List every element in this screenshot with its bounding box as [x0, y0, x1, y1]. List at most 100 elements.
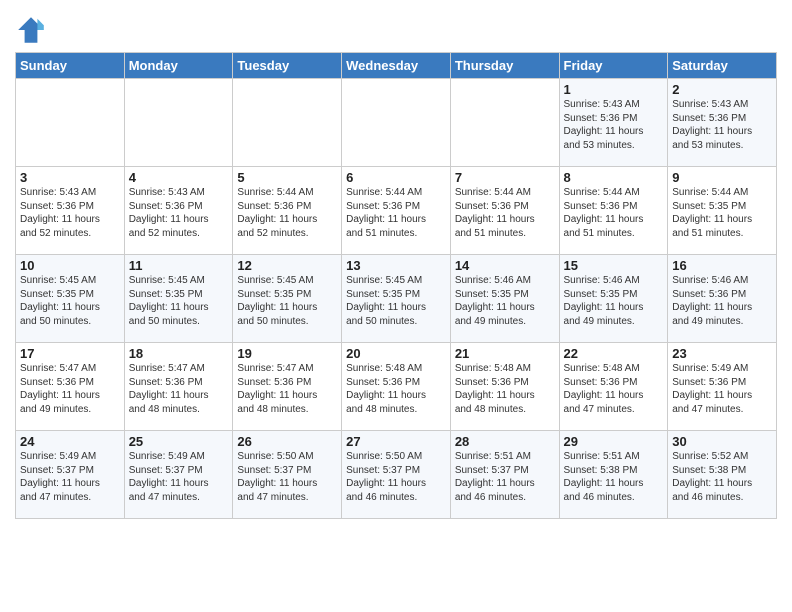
calendar-cell: 7Sunrise: 5:44 AMSunset: 5:36 PMDaylight… [450, 167, 559, 255]
calendar-cell: 9Sunrise: 5:44 AMSunset: 5:35 PMDaylight… [668, 167, 777, 255]
weekday-header: Saturday [668, 53, 777, 79]
day-info: Sunrise: 5:43 AMSunset: 5:36 PMDaylight:… [20, 186, 120, 240]
calendar-cell: 25Sunrise: 5:49 AMSunset: 5:37 PMDayligh… [124, 431, 233, 519]
calendar-cell [16, 79, 125, 167]
calendar-cell: 12Sunrise: 5:45 AMSunset: 5:35 PMDayligh… [233, 255, 342, 343]
day-info: Sunrise: 5:48 AMSunset: 5:36 PMDaylight:… [564, 362, 664, 416]
day-info: Sunrise: 5:46 AMSunset: 5:35 PMDaylight:… [564, 274, 664, 328]
calendar: SundayMondayTuesdayWednesdayThursdayFrid… [15, 52, 777, 519]
calendar-cell: 13Sunrise: 5:45 AMSunset: 5:35 PMDayligh… [342, 255, 451, 343]
day-info: Sunrise: 5:44 AMSunset: 5:36 PMDaylight:… [564, 186, 664, 240]
calendar-week-row: 17Sunrise: 5:47 AMSunset: 5:36 PMDayligh… [16, 343, 777, 431]
day-number: 15 [564, 258, 664, 273]
calendar-cell: 30Sunrise: 5:52 AMSunset: 5:38 PMDayligh… [668, 431, 777, 519]
calendar-cell [450, 79, 559, 167]
page: SundayMondayTuesdayWednesdayThursdayFrid… [0, 0, 792, 612]
weekday-header: Wednesday [342, 53, 451, 79]
day-number: 17 [20, 346, 120, 361]
day-number: 21 [455, 346, 555, 361]
calendar-cell: 10Sunrise: 5:45 AMSunset: 5:35 PMDayligh… [16, 255, 125, 343]
calendar-week-row: 10Sunrise: 5:45 AMSunset: 5:35 PMDayligh… [16, 255, 777, 343]
day-number: 29 [564, 434, 664, 449]
day-number: 20 [346, 346, 446, 361]
day-info: Sunrise: 5:43 AMSunset: 5:36 PMDaylight:… [564, 98, 664, 152]
day-info: Sunrise: 5:48 AMSunset: 5:36 PMDaylight:… [346, 362, 446, 416]
calendar-cell: 24Sunrise: 5:49 AMSunset: 5:37 PMDayligh… [16, 431, 125, 519]
day-number: 10 [20, 258, 120, 273]
weekday-header: Tuesday [233, 53, 342, 79]
day-number: 4 [129, 170, 229, 185]
calendar-cell: 4Sunrise: 5:43 AMSunset: 5:36 PMDaylight… [124, 167, 233, 255]
day-number: 9 [672, 170, 772, 185]
calendar-cell: 26Sunrise: 5:50 AMSunset: 5:37 PMDayligh… [233, 431, 342, 519]
day-info: Sunrise: 5:44 AMSunset: 5:35 PMDaylight:… [672, 186, 772, 240]
calendar-cell: 17Sunrise: 5:47 AMSunset: 5:36 PMDayligh… [16, 343, 125, 431]
calendar-cell: 5Sunrise: 5:44 AMSunset: 5:36 PMDaylight… [233, 167, 342, 255]
day-number: 23 [672, 346, 772, 361]
calendar-cell: 27Sunrise: 5:50 AMSunset: 5:37 PMDayligh… [342, 431, 451, 519]
day-info: Sunrise: 5:44 AMSunset: 5:36 PMDaylight:… [237, 186, 337, 240]
calendar-cell: 20Sunrise: 5:48 AMSunset: 5:36 PMDayligh… [342, 343, 451, 431]
calendar-cell: 1Sunrise: 5:43 AMSunset: 5:36 PMDaylight… [559, 79, 668, 167]
day-info: Sunrise: 5:48 AMSunset: 5:36 PMDaylight:… [455, 362, 555, 416]
calendar-cell: 28Sunrise: 5:51 AMSunset: 5:37 PMDayligh… [450, 431, 559, 519]
day-info: Sunrise: 5:51 AMSunset: 5:38 PMDaylight:… [564, 450, 664, 504]
day-number: 11 [129, 258, 229, 273]
day-number: 28 [455, 434, 555, 449]
calendar-cell [342, 79, 451, 167]
day-number: 16 [672, 258, 772, 273]
weekday-header: Thursday [450, 53, 559, 79]
calendar-week-row: 24Sunrise: 5:49 AMSunset: 5:37 PMDayligh… [16, 431, 777, 519]
calendar-cell [124, 79, 233, 167]
day-info: Sunrise: 5:47 AMSunset: 5:36 PMDaylight:… [237, 362, 337, 416]
day-number: 25 [129, 434, 229, 449]
day-info: Sunrise: 5:45 AMSunset: 5:35 PMDaylight:… [346, 274, 446, 328]
day-number: 1 [564, 82, 664, 97]
day-number: 18 [129, 346, 229, 361]
day-number: 26 [237, 434, 337, 449]
day-info: Sunrise: 5:50 AMSunset: 5:37 PMDaylight:… [237, 450, 337, 504]
day-number: 30 [672, 434, 772, 449]
day-info: Sunrise: 5:47 AMSunset: 5:36 PMDaylight:… [129, 362, 229, 416]
calendar-cell [233, 79, 342, 167]
weekday-header: Friday [559, 53, 668, 79]
calendar-cell: 22Sunrise: 5:48 AMSunset: 5:36 PMDayligh… [559, 343, 668, 431]
calendar-cell: 8Sunrise: 5:44 AMSunset: 5:36 PMDaylight… [559, 167, 668, 255]
day-number: 6 [346, 170, 446, 185]
calendar-cell: 2Sunrise: 5:43 AMSunset: 5:36 PMDaylight… [668, 79, 777, 167]
day-number: 27 [346, 434, 446, 449]
calendar-cell: 18Sunrise: 5:47 AMSunset: 5:36 PMDayligh… [124, 343, 233, 431]
calendar-cell: 16Sunrise: 5:46 AMSunset: 5:36 PMDayligh… [668, 255, 777, 343]
day-number: 22 [564, 346, 664, 361]
day-info: Sunrise: 5:45 AMSunset: 5:35 PMDaylight:… [129, 274, 229, 328]
day-info: Sunrise: 5:45 AMSunset: 5:35 PMDaylight:… [237, 274, 337, 328]
calendar-cell: 23Sunrise: 5:49 AMSunset: 5:36 PMDayligh… [668, 343, 777, 431]
calendar-week-row: 1Sunrise: 5:43 AMSunset: 5:36 PMDaylight… [16, 79, 777, 167]
day-info: Sunrise: 5:47 AMSunset: 5:36 PMDaylight:… [20, 362, 120, 416]
day-info: Sunrise: 5:51 AMSunset: 5:37 PMDaylight:… [455, 450, 555, 504]
day-number: 5 [237, 170, 337, 185]
day-number: 3 [20, 170, 120, 185]
weekday-header: Monday [124, 53, 233, 79]
day-info: Sunrise: 5:50 AMSunset: 5:37 PMDaylight:… [346, 450, 446, 504]
day-info: Sunrise: 5:45 AMSunset: 5:35 PMDaylight:… [20, 274, 120, 328]
day-info: Sunrise: 5:44 AMSunset: 5:36 PMDaylight:… [455, 186, 555, 240]
calendar-cell: 29Sunrise: 5:51 AMSunset: 5:38 PMDayligh… [559, 431, 668, 519]
calendar-week-row: 3Sunrise: 5:43 AMSunset: 5:36 PMDaylight… [16, 167, 777, 255]
calendar-cell: 14Sunrise: 5:46 AMSunset: 5:35 PMDayligh… [450, 255, 559, 343]
logo-icon [15, 14, 47, 46]
day-number: 12 [237, 258, 337, 273]
calendar-cell: 11Sunrise: 5:45 AMSunset: 5:35 PMDayligh… [124, 255, 233, 343]
day-number: 7 [455, 170, 555, 185]
calendar-cell: 15Sunrise: 5:46 AMSunset: 5:35 PMDayligh… [559, 255, 668, 343]
day-info: Sunrise: 5:52 AMSunset: 5:38 PMDaylight:… [672, 450, 772, 504]
day-number: 24 [20, 434, 120, 449]
day-number: 19 [237, 346, 337, 361]
day-info: Sunrise: 5:43 AMSunset: 5:36 PMDaylight:… [129, 186, 229, 240]
calendar-cell: 19Sunrise: 5:47 AMSunset: 5:36 PMDayligh… [233, 343, 342, 431]
calendar-header-row: SundayMondayTuesdayWednesdayThursdayFrid… [16, 53, 777, 79]
day-info: Sunrise: 5:43 AMSunset: 5:36 PMDaylight:… [672, 98, 772, 152]
day-info: Sunrise: 5:49 AMSunset: 5:37 PMDaylight:… [20, 450, 120, 504]
day-info: Sunrise: 5:46 AMSunset: 5:36 PMDaylight:… [672, 274, 772, 328]
calendar-cell: 21Sunrise: 5:48 AMSunset: 5:36 PMDayligh… [450, 343, 559, 431]
